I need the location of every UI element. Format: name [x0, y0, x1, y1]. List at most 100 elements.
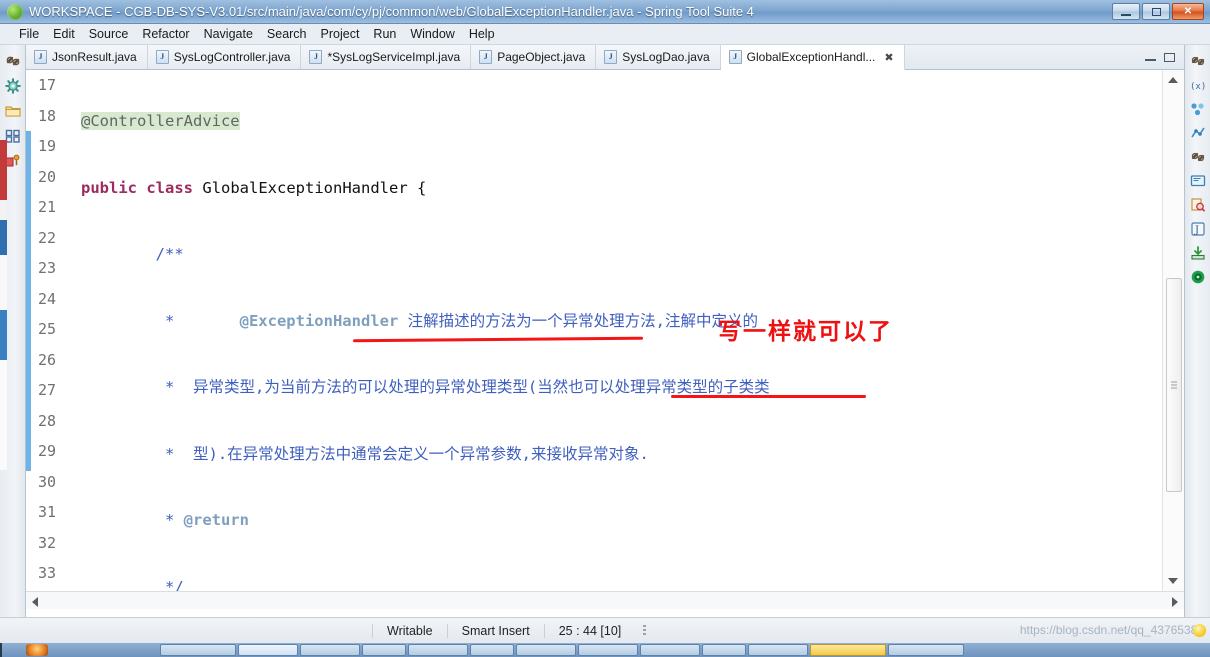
- line-number: 21: [38, 198, 57, 216]
- taskbar-item[interactable]: [748, 644, 808, 656]
- lightbulb-icon: [1193, 624, 1206, 637]
- menu-refactor[interactable]: Refactor: [135, 25, 196, 43]
- menu-window[interactable]: Window: [403, 25, 461, 43]
- line-number: 32: [38, 533, 57, 552]
- java-file-icon: J: [309, 50, 323, 64]
- search-file-icon[interactable]: [1190, 197, 1206, 213]
- java-file-icon: J: [155, 50, 169, 64]
- menu-project[interactable]: Project: [314, 25, 367, 43]
- scroll-right-arrow-icon[interactable]: [1172, 597, 1178, 607]
- code-line-18[interactable]: public class GlobalExceptionHandler {: [75, 173, 1162, 204]
- console-icon[interactable]: [1190, 173, 1206, 189]
- connections-icon[interactable]: [1190, 101, 1206, 117]
- line-number: 26: [38, 350, 57, 369]
- minimize-view-icon[interactable]: [1144, 52, 1157, 63]
- vertical-scrollbar[interactable]: [1162, 70, 1184, 591]
- scrollbar-grip-icon: [1171, 381, 1177, 389]
- maximize-button[interactable]: [1142, 3, 1170, 20]
- taskbar-item[interactable]: [470, 644, 514, 656]
- java-file-icon: J: [604, 50, 618, 64]
- code-line-20[interactable]: * @ExceptionHandler 注解描述的方法为一个异常处理方法,注解中…: [75, 306, 1162, 337]
- code-text[interactable]: @ControllerAdvice public class GlobalExc…: [75, 70, 1162, 591]
- code-line-24[interactable]: */: [75, 572, 1162, 592]
- editor-tab-syslogdao[interactable]: J SysLogDao.java: [596, 45, 721, 69]
- scroll-left-arrow-icon[interactable]: [32, 597, 38, 607]
- code-line-23[interactable]: * @return: [75, 505, 1162, 536]
- link2-icon[interactable]: [1190, 149, 1206, 165]
- scroll-up-arrow-icon[interactable]: [1168, 77, 1178, 83]
- spring-leaf-icon: [7, 3, 23, 20]
- code-line-21[interactable]: * 异常类型,为当前方法的可以处理的异常处理类型(当然也可以处理异常类型的子类类: [75, 372, 1162, 403]
- taskbar-item[interactable]: [238, 644, 298, 656]
- taskbar-item[interactable]: [810, 644, 886, 656]
- minimize-button[interactable]: [1112, 3, 1140, 20]
- line-number: 33: [38, 564, 57, 582]
- line-number: 22: [38, 228, 57, 247]
- line-number: 20: [38, 167, 57, 186]
- scroll-down-arrow-icon[interactable]: [1168, 578, 1178, 584]
- menu-help[interactable]: Help: [462, 25, 502, 43]
- java-perspective-icon[interactable]: J: [1190, 221, 1206, 237]
- menu-bar: File Edit Source Refactor Navigate Searc…: [0, 24, 1210, 45]
- status-cursor-position: 25 : 44 [10]: [543, 623, 636, 638]
- editor-tab-globalexceptionhandler[interactable]: J GlobalExceptionHandl... ✖: [720, 45, 905, 70]
- line-number: 27: [38, 381, 57, 399]
- taskbar-item[interactable]: [578, 644, 638, 656]
- vertical-scrollbar-thumb[interactable]: [1166, 278, 1182, 492]
- svg-text:J: J: [1194, 225, 1199, 236]
- graph-icon[interactable]: [1190, 125, 1206, 141]
- java-file-icon: J: [728, 50, 742, 64]
- menu-file[interactable]: File: [12, 25, 46, 43]
- line-number: 28: [38, 411, 57, 430]
- close-button[interactable]: ✕: [1172, 3, 1204, 20]
- status-writable: Writable: [372, 623, 447, 638]
- editor-tab-label: GlobalExceptionHandl...: [746, 50, 876, 64]
- title-bar: WORKSPACE - CGB-DB-SYS-V3.01/src/main/ja…: [0, 0, 1210, 24]
- spring-tool-suite-window: WORKSPACE - CGB-DB-SYS-V3.01/src/main/ja…: [0, 0, 1210, 657]
- editor-tab-pageobject[interactable]: J PageObject.java: [471, 45, 597, 69]
- editor-tab-jsonresult[interactable]: J JsonResult.java: [26, 45, 148, 69]
- editor-tab-label: PageObject.java: [497, 50, 586, 64]
- red-underline-annotation-2: [671, 395, 866, 398]
- menu-run[interactable]: Run: [366, 25, 403, 43]
- menu-edit[interactable]: Edit: [46, 25, 82, 43]
- editor-area: J JsonResult.java J SysLogController.jav…: [26, 45, 1184, 617]
- horizontal-scrollbar[interactable]: [26, 591, 1184, 609]
- link-with-editor-icon[interactable]: [5, 53, 21, 69]
- os-taskbar: [0, 643, 1210, 657]
- line-number: 25: [38, 320, 57, 338]
- link-icon[interactable]: [1190, 53, 1206, 69]
- maximize-view-icon[interactable]: [1163, 52, 1176, 63]
- taskbar-item[interactable]: [640, 644, 700, 656]
- code-line-17[interactable]: @ControllerAdvice: [75, 106, 1162, 137]
- folder-icon[interactable]: [5, 103, 21, 119]
- line-number: 17: [38, 76, 57, 94]
- code-line-19[interactable]: /**: [75, 239, 1162, 270]
- line-number: 19: [38, 137, 57, 155]
- code-line-22[interactable]: * 型).在异常处理方法中通常会定义一个异常参数,来接收异常对象.: [75, 439, 1162, 470]
- menu-source[interactable]: Source: [82, 25, 136, 43]
- menu-search[interactable]: Search: [260, 25, 314, 43]
- editor-view-buttons: [1144, 45, 1184, 69]
- editor-tab-syslogcontroller[interactable]: J SysLogController.java: [147, 45, 302, 69]
- download-icon[interactable]: [1190, 245, 1206, 261]
- taskbar-item[interactable]: [408, 644, 468, 656]
- start-button[interactable]: [26, 644, 48, 656]
- taskbar-item[interactable]: [516, 644, 576, 656]
- close-icon[interactable]: ✖: [884, 51, 893, 64]
- variables-icon[interactable]: (x)=: [1190, 77, 1206, 93]
- line-number-gutter: 17 18 19 20 21 22 23 24 25 26 27 28 29 3…: [31, 70, 75, 591]
- taskbar-item[interactable]: [300, 644, 360, 656]
- editor-tab-strip: J JsonResult.java J SysLogController.jav…: [26, 45, 1184, 70]
- taskbar-item[interactable]: [888, 644, 964, 656]
- code-viewport[interactable]: 17 18 19 20 21 22 23 24 25 26 27 28 29 3…: [26, 70, 1184, 591]
- gear-icon[interactable]: [4, 78, 21, 94]
- status-drag-handle-icon[interactable]: [643, 624, 647, 637]
- target-icon[interactable]: [1190, 269, 1206, 285]
- editor-tab-syslogserviceimpl[interactable]: J *SysLogServiceImpl.java: [301, 45, 472, 69]
- taskbar-item[interactable]: [362, 644, 406, 656]
- taskbar-item[interactable]: [160, 644, 236, 656]
- taskbar-item[interactable]: [702, 644, 746, 656]
- menu-navigate[interactable]: Navigate: [197, 25, 260, 43]
- line-number: 30: [38, 472, 57, 491]
